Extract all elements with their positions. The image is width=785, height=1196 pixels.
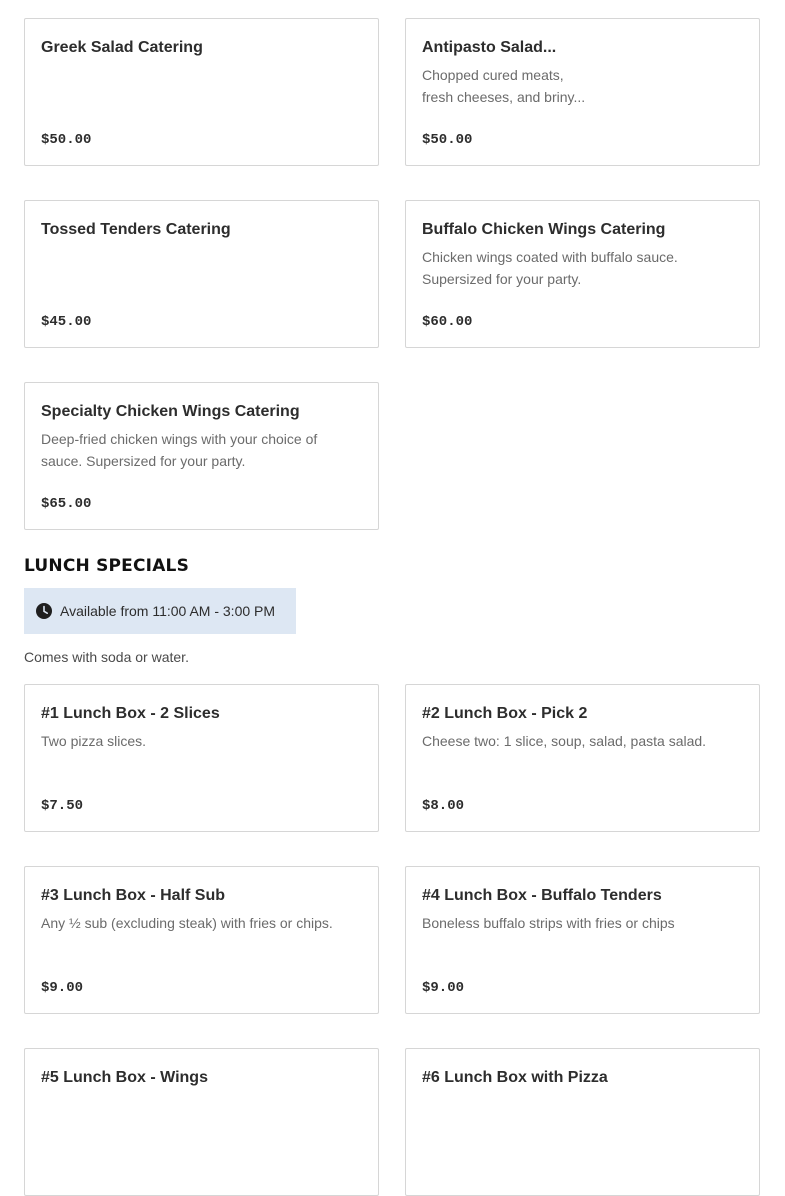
menu-item-description: Chicken wings coated with buffalo sauce.… xyxy=(422,249,678,287)
menu-item-card[interactable]: #6 Lunch Box with Pizza xyxy=(405,1048,760,1196)
menu-item-description: Deep-fried chicken wings with your choic… xyxy=(41,431,318,469)
section-heading: LUNCH SPECIALS xyxy=(24,556,190,576)
menu-item-price: $50.00 xyxy=(41,132,92,148)
menu-item-description: Any ½ sub (excluding steak) with fries o… xyxy=(41,915,333,931)
menu-item-title: #3 Lunch Box - Half Sub xyxy=(41,887,226,904)
menu-item-card[interactable]: #1 Lunch Box - 2 Slices Two pizza slices… xyxy=(24,684,379,832)
menu-item-card[interactable]: Greek Salad Catering $50.00 xyxy=(24,18,379,166)
menu-item-title: Buffalo Chicken Wings Catering xyxy=(422,221,666,238)
menu-item-title: #1 Lunch Box - 2 Slices xyxy=(41,705,220,722)
menu-item-card[interactable]: #4 Lunch Box - Buffalo Tenders Boneless … xyxy=(405,866,760,1014)
menu-item-card[interactable]: #5 Lunch Box - Wings xyxy=(24,1048,379,1196)
menu-item-card[interactable]: Buffalo Chicken Wings Catering Chicken w… xyxy=(405,200,760,348)
availability-banner: Available from 11:00 AM - 3:00 PM xyxy=(24,588,296,634)
section-note: Comes with soda or water. xyxy=(24,649,189,665)
menu-item-price: $9.00 xyxy=(422,980,465,996)
menu-item-title: #5 Lunch Box - Wings xyxy=(41,1069,208,1086)
menu-item-price: $8.00 xyxy=(422,798,465,814)
menu-item-title: Tossed Tenders Catering xyxy=(41,221,231,238)
menu-item-title: #2 Lunch Box - Pick 2 xyxy=(422,705,588,722)
menu-item-price: $9.00 xyxy=(41,980,84,996)
menu-item-title: Greek Salad Catering xyxy=(41,39,203,56)
menu-item-card[interactable]: Antipasto Salad... Chopped cured meats, … xyxy=(405,18,760,166)
menu-item-description: Cheese two: 1 slice, soup, salad, pasta … xyxy=(422,733,707,749)
menu-item-card[interactable]: #3 Lunch Box - Half Sub Any ½ sub (exclu… xyxy=(24,866,379,1014)
menu-item-card[interactable]: Tossed Tenders Catering $45.00 xyxy=(24,200,379,348)
menu-item-price: $65.00 xyxy=(41,496,92,512)
menu-item-description: Chopped cured meats, fresh cheeses, and … xyxy=(422,67,586,105)
menu-item-description: Two pizza slices. xyxy=(41,733,147,749)
menu-item-price: $50.00 xyxy=(422,132,473,148)
menu-item-price: $45.00 xyxy=(41,314,92,330)
menu-item-title: Antipasto Salad... xyxy=(422,39,557,56)
availability-text: Available from 11:00 AM - 3:00 PM xyxy=(60,603,276,619)
menu-item-description: Boneless buffalo strips with fries or ch… xyxy=(422,915,675,931)
menu-item-card[interactable]: Specialty Chicken Wings Catering Deep-fr… xyxy=(24,382,379,530)
clock-icon xyxy=(36,603,52,619)
menu-item-title: Specialty Chicken Wings Catering xyxy=(41,403,300,420)
menu-item-price: $60.00 xyxy=(422,314,473,330)
menu-item-title: #6 Lunch Box with Pizza xyxy=(422,1069,608,1086)
menu-item-title: #4 Lunch Box - Buffalo Tenders xyxy=(422,887,662,904)
menu-item-card[interactable]: #2 Lunch Box - Pick 2 Cheese two: 1 slic… xyxy=(405,684,760,832)
menu-item-price: $7.50 xyxy=(41,798,84,814)
